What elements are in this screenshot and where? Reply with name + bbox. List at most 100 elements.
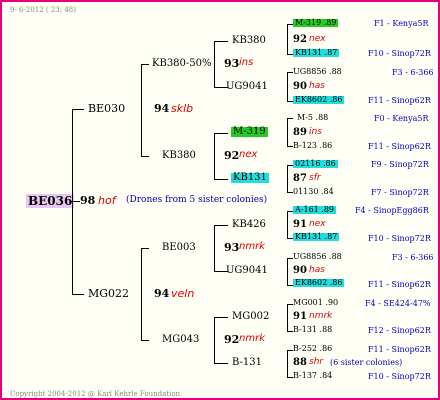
gen4-score: 89 xyxy=(293,127,307,138)
connector xyxy=(214,225,228,226)
gen4-source: F12 - Sinop62R xyxy=(368,326,431,335)
gen4-score: 88 xyxy=(293,357,307,368)
gen3-bee-id[interactable]: KB426 xyxy=(232,220,266,230)
connector xyxy=(141,64,149,65)
gen2-score: 92 xyxy=(224,149,240,162)
gen4-source: F10 - Sinop72R xyxy=(368,49,431,58)
gen4-bee-id[interactable]: EK8602 .86 xyxy=(293,279,345,287)
gen1-bee-id[interactable]: BE030 xyxy=(88,103,125,114)
gen2-score: 93 xyxy=(224,57,240,70)
gen4-bee-id[interactable]: M-5 .88 xyxy=(297,114,328,122)
gen4-source: F3 - 6-366 xyxy=(392,253,434,262)
connector xyxy=(214,179,228,180)
gen2-score: 92 xyxy=(224,333,240,346)
gen4-bee-id[interactable]: 01130 .84 xyxy=(293,188,334,196)
gen4-source: F7 - Sinop72R xyxy=(371,188,429,197)
connector xyxy=(287,118,293,119)
gen4-bee-id[interactable]: KB131 .87 xyxy=(293,49,340,57)
gen4-source: F1 - Kenya5R xyxy=(374,19,429,28)
connector xyxy=(214,317,215,364)
connector xyxy=(287,350,288,378)
gen2-code: nex xyxy=(239,149,258,160)
gen3-bee-id[interactable]: KB380 xyxy=(232,36,266,46)
gen4-bee-id[interactable]: B-252 .86 xyxy=(293,345,332,353)
gen3-bee-id[interactable]: UG9041 xyxy=(226,82,268,92)
gen4-source: F3 - 6-366 xyxy=(392,68,434,77)
connector xyxy=(141,64,142,157)
gen1-code: veln xyxy=(171,287,195,300)
gen4-code: has xyxy=(309,81,325,91)
gen4-bee-id[interactable]: A-161 .89 xyxy=(293,206,337,214)
connector xyxy=(72,294,84,295)
gen3-bee-id[interactable]: KB131 xyxy=(231,173,269,183)
gen4-source: F9 - Sinop72R xyxy=(371,160,429,169)
gen4-source: F11 - Sinop62R xyxy=(368,280,431,289)
gen4-score: 87 xyxy=(293,173,307,184)
gen4-code: nex xyxy=(309,34,326,44)
gen4-score: 92 xyxy=(293,34,307,45)
connector xyxy=(287,211,288,239)
gen2-bee-id[interactable]: KB380 xyxy=(162,151,196,161)
gen2-bee-id[interactable]: MG043 xyxy=(162,335,199,345)
root-score: 98 xyxy=(80,194,96,207)
gen4-bee-id[interactable]: UG8856 .88 xyxy=(293,253,342,261)
gen2-score: 93 xyxy=(224,241,240,254)
gen2-code: nmrk xyxy=(239,333,265,344)
gen4-score: 91 xyxy=(293,311,307,322)
gen4-bee-id[interactable]: UG8856 .88 xyxy=(293,68,342,76)
gen4-source: F11 - Sinop62R xyxy=(368,142,431,151)
gen3-bee-id[interactable]: M-319 xyxy=(231,127,268,137)
gen4-bee-id[interactable]: B-131 .88 xyxy=(293,326,332,334)
header-date: 9- 6-2012 ( 23: 48) xyxy=(10,6,76,14)
connector xyxy=(214,133,215,180)
connector xyxy=(141,248,142,341)
root-code: hof xyxy=(98,194,116,207)
gen2-bee-id[interactable]: KB380-50% xyxy=(152,59,212,69)
gen1-score: 94 xyxy=(154,102,170,115)
gen4-source: F10 - Sinop72R xyxy=(368,372,431,381)
connector xyxy=(141,248,149,249)
gen3-bee-id[interactable]: UG9041 xyxy=(226,266,268,276)
gen3-bee-id[interactable]: B-131 xyxy=(232,358,262,368)
connector xyxy=(214,363,228,364)
gen2-code: nmrk xyxy=(239,241,265,252)
gen4-score: 90 xyxy=(293,265,307,276)
gen2-code: ins xyxy=(239,57,254,68)
connector xyxy=(287,72,288,102)
connector xyxy=(141,156,149,157)
gen4-code: ins xyxy=(309,127,322,137)
connector xyxy=(72,109,73,295)
connector xyxy=(287,258,288,286)
gen4-source: F4 - SinopEgg86R xyxy=(355,206,429,215)
gen4-score: 90 xyxy=(293,81,307,92)
gen4-bee-id[interactable]: MG001 .90 xyxy=(293,299,338,307)
gen2-bee-id[interactable]: BE003 xyxy=(162,243,196,253)
connector xyxy=(287,118,288,147)
gen4-bee-id[interactable]: 02116 .86 xyxy=(293,160,338,168)
gen4-bee-id[interactable]: M-319 .89 xyxy=(293,19,339,27)
gen4-bee-id[interactable]: KB131 .87 xyxy=(293,233,340,241)
gen4-source: F11 - Sinop62R xyxy=(368,96,431,105)
connector xyxy=(287,165,288,193)
root-bee-id[interactable]: BE036 xyxy=(26,194,75,208)
gen4-bee-id[interactable]: EK8602 .86 xyxy=(293,96,345,104)
gen1-code: sklb xyxy=(171,102,194,115)
connector xyxy=(214,225,215,272)
root-note: (Drones from 5 sister colonies) xyxy=(126,195,268,205)
gen4-code: sfr xyxy=(309,173,321,183)
gen1-bee-id[interactable]: MG022 xyxy=(88,288,129,299)
gen4-bee-id[interactable]: B-137 .84 xyxy=(293,372,332,380)
connector xyxy=(287,24,288,55)
gen4-source: F11 - Sinop62R xyxy=(368,345,431,354)
connector xyxy=(214,133,228,134)
gen4-source: F4 - SE424-47% xyxy=(365,299,431,308)
gen4-source: F10 - Sinop72R xyxy=(368,234,431,243)
gen3-bee-id[interactable]: MG002 xyxy=(232,312,269,322)
gen4-bee-id[interactable]: B-123 .86 xyxy=(293,142,332,150)
connector xyxy=(287,304,288,332)
connector xyxy=(214,41,215,88)
connector xyxy=(72,109,84,110)
connector xyxy=(214,41,228,42)
gen4-code: nmrk xyxy=(309,311,333,321)
gen4-source: F0 - Kenya5R xyxy=(374,114,429,123)
